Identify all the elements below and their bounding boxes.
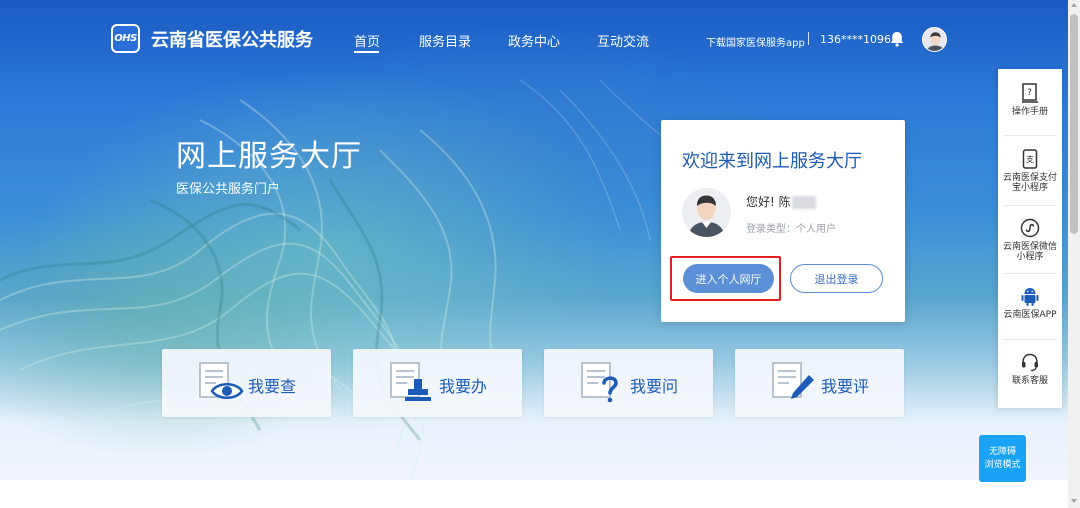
- side-divider: [1004, 339, 1056, 340]
- top-header: OHS 云南省医保公共服务 首页 服务目录 政务中心 互动交流 下载国家医保服务…: [0, 0, 1068, 76]
- service-label-rate: 我要评: [821, 377, 870, 396]
- scroll-down-arrow-icon[interactable]: [1071, 499, 1077, 503]
- logout-button[interactable]: 退出登录: [790, 264, 883, 293]
- download-app-link[interactable]: 下载国家医保服务app: [706, 34, 805, 49]
- hero-subtitle: 医保公共服务门户: [176, 182, 281, 197]
- scroll-thumb[interactable]: [1070, 14, 1078, 234]
- side-divider: [1004, 135, 1056, 136]
- side-divider: [1004, 273, 1056, 274]
- alipay-icon: 支: [1022, 149, 1038, 169]
- nav-item-home[interactable]: 首页: [354, 31, 380, 50]
- service-label-ask: 我要问: [630, 377, 679, 396]
- service-card-rate[interactable]: 我要评: [735, 349, 904, 417]
- side-label-app: 云南医保APP: [1003, 310, 1057, 320]
- accessibility-line1: 无障碍: [988, 446, 1016, 457]
- login-type: 登录类型：个人用户: [746, 224, 836, 235]
- document-stamp-icon: [390, 362, 431, 401]
- headset-icon: [1022, 353, 1038, 372]
- side-toolbar: ? 操作手册 支 云南医保支付宝小程序 云南医保微信小程序 云南医保APP 联系…: [998, 69, 1062, 408]
- service-card-ask[interactable]: 我要问: [544, 349, 713, 417]
- android-icon: [1021, 288, 1039, 306]
- greeting-text: 您好! 陈: [746, 193, 816, 210]
- side-label-manual: 操作手册: [1011, 107, 1048, 117]
- bell-icon[interactable]: [888, 30, 906, 48]
- user-phone[interactable]: 136****1096: [820, 33, 891, 46]
- service-card-query[interactable]: 我要查: [162, 349, 331, 417]
- side-item-customer-service[interactable]: 联系客服: [998, 352, 1062, 386]
- site-title[interactable]: 云南省医保公共服务: [151, 26, 313, 52]
- header-separator: [808, 32, 809, 45]
- scroll-up-arrow-icon[interactable]: [1071, 3, 1077, 7]
- nav-item-government-center[interactable]: 政务中心: [508, 31, 560, 50]
- manual-icon: ?: [1022, 83, 1038, 103]
- side-label-wechat-miniprogram: 云南医保微信小程序: [1002, 242, 1057, 262]
- document-pen-icon: [772, 362, 814, 399]
- side-divider: [1004, 205, 1056, 206]
- svg-text:?: ?: [1027, 88, 1032, 98]
- accessibility-line2: 浏览模式: [984, 459, 1021, 470]
- card-avatar: [682, 188, 731, 237]
- nav-active-indicator: [354, 51, 379, 53]
- side-label-alipay-miniprogram: 云南医保支付宝小程序: [1002, 173, 1057, 193]
- masked-name: [791, 196, 816, 209]
- user-avatar-icon: [682, 188, 731, 237]
- service-card-handle[interactable]: 我要办: [353, 349, 522, 417]
- enter-personal-hall-button[interactable]: 进入个人网厅: [683, 264, 774, 293]
- nav-item-service-catalog[interactable]: 服务目录: [419, 31, 471, 50]
- nav-item-interaction[interactable]: 互动交流: [597, 31, 649, 50]
- site-logo[interactable]: OHS: [111, 24, 140, 53]
- side-item-manual[interactable]: ? 操作手册: [998, 83, 1062, 117]
- side-label-customer-service: 联系客服: [1011, 376, 1048, 386]
- user-avatar[interactable]: [922, 27, 947, 52]
- mini-program-icon: [1020, 218, 1040, 238]
- service-label-query: 我要查: [248, 377, 297, 396]
- welcome-card: 欢迎来到网上服务大厅 您好! 陈 登录类型：个人用户 进入个人网厅 退出登录: [661, 120, 905, 322]
- page-scrollbar[interactable]: [1068, 0, 1080, 508]
- svg-text:支: 支: [1026, 154, 1034, 164]
- welcome-title: 欢迎来到网上服务大厅: [682, 151, 862, 172]
- side-item-app[interactable]: 云南医保APP: [998, 286, 1062, 320]
- hero-title: 网上服务大厅: [176, 139, 362, 174]
- side-item-wechat-miniprogram[interactable]: 云南医保微信小程序: [998, 218, 1062, 262]
- user-avatar-icon: [923, 28, 946, 51]
- service-label-handle: 我要办: [439, 377, 488, 396]
- document-question-icon: [581, 362, 618, 403]
- document-eye-icon: [199, 362, 244, 399]
- side-item-alipay-miniprogram[interactable]: 支 云南医保支付宝小程序: [998, 149, 1062, 193]
- accessibility-mode-button[interactable]: 无障碍 浏览模式: [979, 435, 1026, 482]
